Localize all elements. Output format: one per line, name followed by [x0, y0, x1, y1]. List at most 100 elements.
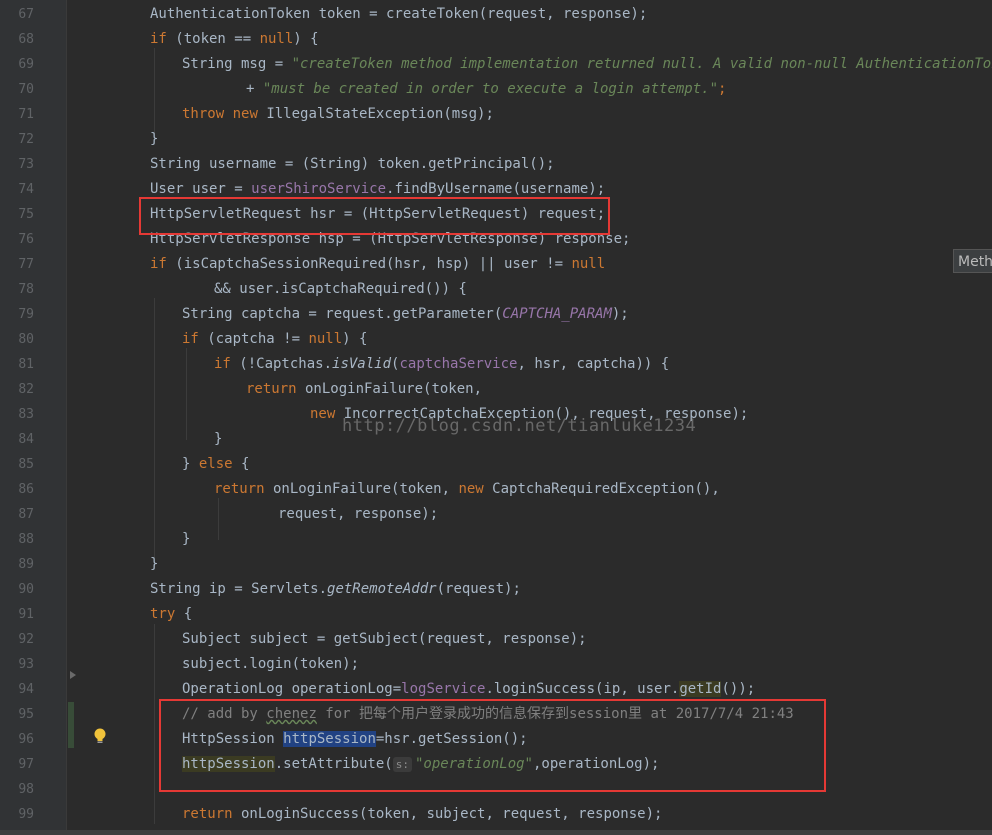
code-line[interactable]: } — [214, 427, 222, 452]
line-number: 75 — [18, 207, 34, 222]
indent-guide — [154, 298, 155, 558]
code-line[interactable]: HttpServletResponse hsp = (HttpServletRe… — [150, 227, 630, 252]
code-line[interactable]: } else { — [182, 452, 249, 477]
line-number: 96 — [18, 732, 34, 747]
line-number: 95 — [18, 707, 34, 722]
code-text: OperationLog operationLog= — [182, 681, 402, 697]
code-line[interactable]: String msg = "createToken method impleme… — [182, 52, 992, 77]
code-text: HttpSession — [182, 731, 284, 747]
keyword: if — [150, 31, 167, 47]
comment-text: // add by — [182, 706, 267, 722]
indent-guide — [154, 48, 155, 134]
code-line[interactable]: OperationLog operationLog=logService.log… — [182, 677, 755, 702]
field-name: captchaService — [399, 356, 518, 372]
keyword: if — [214, 356, 231, 372]
code-line[interactable]: return onLoginFailure(token, new Captcha… — [214, 477, 720, 502]
code-line[interactable]: } — [150, 127, 158, 152]
code-line[interactable]: if (!Captchas.isValid(captchaService, hs… — [214, 352, 669, 377]
keyword: return — [214, 481, 265, 497]
code-text: onLoginFailure(token, — [264, 481, 459, 497]
variable-usage-highlight: httpSession — [182, 756, 275, 772]
semicolon: ; — [718, 81, 727, 97]
line-number: 80 — [18, 332, 34, 347]
code-text: HttpServletRequest hsr = (HttpServletReq… — [150, 206, 606, 222]
code-line[interactable]: try { — [150, 602, 192, 627]
code-text: .loginSuccess(ip, user. — [485, 681, 680, 697]
line-number: 89 — [18, 557, 34, 572]
code-text: request, response); — [278, 506, 439, 522]
code-line[interactable]: + "must be created in order to execute a… — [246, 77, 726, 102]
line-number: 78 — [18, 282, 34, 297]
code-text: User user = — [150, 181, 252, 197]
variable-highlight: httpSession — [283, 731, 376, 747]
line-number: 90 — [18, 582, 34, 597]
line-number: 85 — [18, 457, 34, 472]
code-line[interactable]: HttpServletRequest hsr = (HttpServletReq… — [150, 202, 605, 227]
code-line[interactable]: httpSession.setAttribute(s: "operationLog… — [182, 752, 659, 777]
line-number: 72 — [18, 132, 34, 147]
fold-arrow-icon[interactable] — [68, 668, 78, 684]
code-text: .setAttribute( — [274, 756, 393, 772]
line-number: 70 — [18, 82, 34, 97]
line-number: 77 — [18, 257, 34, 272]
code-text: , hsr, captcha)) { — [517, 356, 670, 372]
code-line[interactable]: if (token == null) { — [150, 27, 319, 52]
code-text: ) { — [293, 31, 319, 47]
code-line[interactable]: Subject subject = getSubject(request, re… — [182, 627, 587, 652]
keyword: else — [198, 456, 233, 472]
code-line[interactable]: String username = (String) token.getPrin… — [150, 152, 555, 177]
code-line[interactable]: && user.isCaptchaRequired()) { — [214, 277, 467, 302]
keyword: if — [182, 331, 199, 347]
line-number: 73 — [18, 157, 34, 172]
field-name: logService — [401, 681, 486, 697]
code-line[interactable]: if (isCaptchaSessionRequired(hsr, hsp) |… — [150, 252, 605, 277]
code-line[interactable]: } — [182, 527, 190, 552]
code-line[interactable]: return onLoginFailure(token, — [246, 377, 482, 402]
method-call-highlight: getId — [679, 681, 722, 697]
line-number: 94 — [18, 682, 34, 697]
line-number: 81 — [18, 357, 34, 372]
code-line[interactable]: request, response); — [278, 502, 438, 527]
code-line[interactable]: AuthenticationToken token = createToken(… — [150, 2, 647, 27]
keyword: throw — [182, 106, 225, 122]
vcs-change-marker[interactable] — [68, 702, 74, 748]
line-number: 87 — [18, 507, 34, 522]
code-line[interactable]: } — [150, 552, 158, 577]
code-line[interactable]: if (captcha != null) { — [182, 327, 367, 352]
code-line[interactable]: return onLoginSuccess(token, subject, re… — [182, 802, 662, 827]
code-text: AuthenticationToken token = createToken(… — [150, 6, 648, 22]
code-text: String captcha = request.getParameter( — [182, 306, 503, 322]
tooltip-popup: Meth — [953, 249, 992, 273]
code-text: String username = (String) token.getPrin… — [150, 156, 555, 172]
line-number: 84 — [18, 432, 34, 447]
code-line[interactable]: User user = userShiroService.findByUsern… — [150, 177, 605, 202]
code-text: { — [175, 606, 193, 622]
code-line[interactable]: HttpSession httpSession=hsr.getSession()… — [182, 727, 528, 752]
comment-author: chenez — [266, 706, 317, 722]
code-text: } — [214, 431, 223, 447]
keyword: return — [182, 806, 233, 822]
code-text: } — [182, 531, 191, 547]
code-line[interactable]: // add by chenez for 把每个用户登录成功的信息保存到sess… — [182, 702, 794, 727]
code-line[interactable]: String captcha = request.getParameter(CA… — [182, 302, 629, 327]
line-number: 79 — [18, 307, 34, 322]
code-line[interactable]: subject.login(token); — [182, 652, 359, 677]
code-text: (request); — [436, 581, 521, 597]
line-number: 97 — [18, 757, 34, 772]
parameter-hint: s: — [392, 756, 412, 772]
code-text: onLoginSuccess(token, subject, request, … — [232, 806, 663, 822]
line-number: 74 — [18, 182, 34, 197]
code-line[interactable]: throw new IllegalStateException(msg); — [182, 102, 494, 127]
line-number: 92 — [18, 632, 34, 647]
code-editor[interactable]: 67 68 69 70 71 72 73 74 75 76 77 78 79 8… — [0, 0, 992, 835]
status-bar — [0, 830, 992, 835]
indent-guide — [154, 624, 155, 824]
code-text: ,operationLog); — [533, 756, 660, 772]
code-text: } — [150, 131, 159, 147]
lightbulb-icon[interactable] — [92, 727, 108, 745]
keyword: null — [259, 31, 294, 47]
code-line[interactable]: String ip = Servlets.getRemoteAddr(reque… — [150, 577, 521, 602]
code-text: =hsr.getSession(); — [375, 731, 528, 747]
field-name: userShiroService — [251, 181, 387, 197]
keyword: new — [310, 406, 336, 422]
